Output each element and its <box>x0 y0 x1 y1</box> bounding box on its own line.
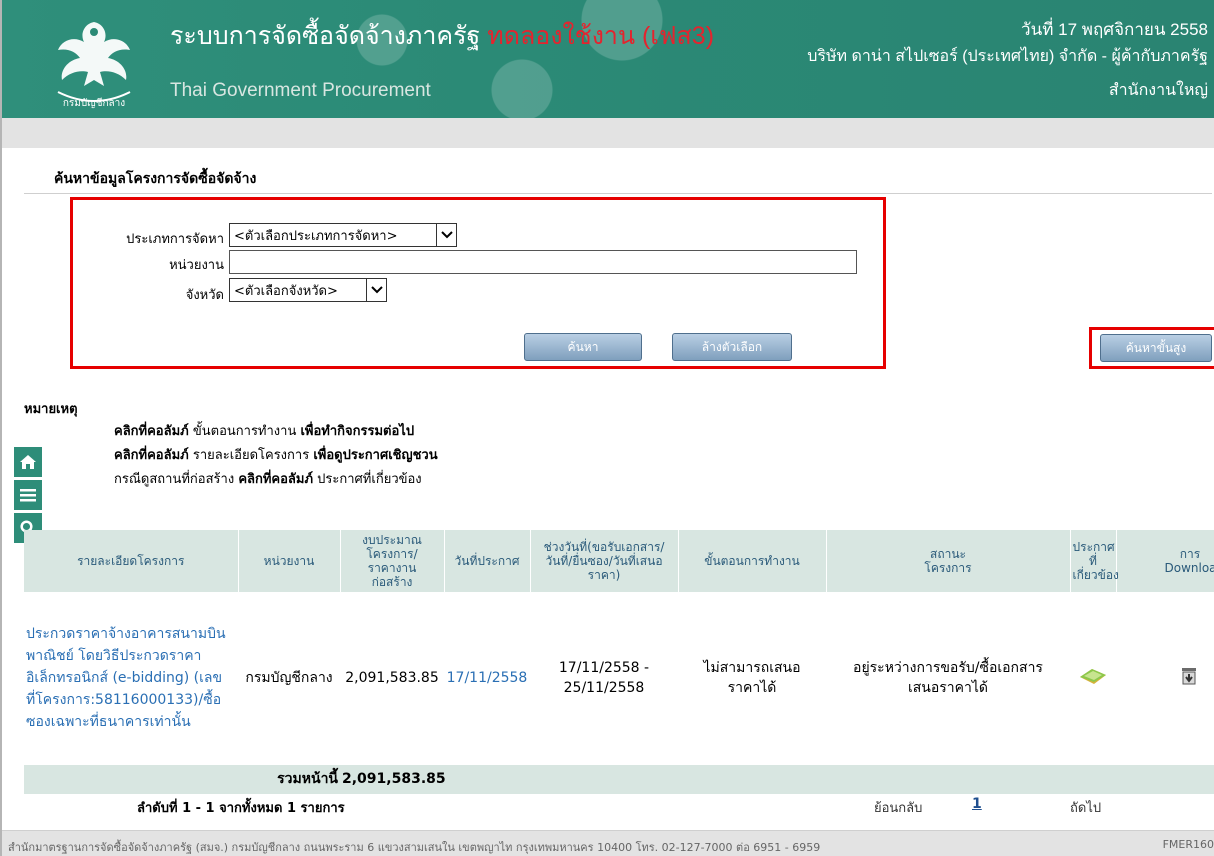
notes-title: หมายเหตุ <box>24 402 78 417</box>
note-line-2: คลิกที่คอลัมภ์ รายละเอียดโครงการ เพื่อดู… <box>114 444 438 465</box>
summary-prefix: ลำดับที่ <box>137 801 178 816</box>
system-title: ระบบการจัดซื้อจัดจ้างภาครัฐ ทดลองใช้งาน … <box>170 16 714 56</box>
method-select[interactable]: <ตัวเลือกประเภทการจัดหา> <box>229 223 457 247</box>
download-button[interactable] <box>1116 592 1214 765</box>
note-1-a: คลิกที่คอลัมภ์ <box>114 424 189 439</box>
unit-label: หน่วยงาน <box>169 258 224 273</box>
note-3-c: ประกาศที่เกี่ยวข้อง <box>317 472 422 487</box>
menu-icon <box>20 489 36 502</box>
section-divider <box>24 193 1212 194</box>
col-period-header[interactable]: ช่วงวันที่(ขอรับเอกสาร/วันที่/ยื่นซอง/วั… <box>530 530 679 592</box>
system-subtitle: Thai Government Procurement <box>170 80 431 101</box>
clear-button[interactable]: ล้างตัวเลือก <box>672 333 792 361</box>
header-company: บริษัท ดาน่า สไปเซอร์ (ประเทศไทย) จำกัด … <box>807 48 1208 65</box>
table-header-row: รายละเอียดโครงการ หน่วยงาน งบประมาณโครงก… <box>24 530 1214 592</box>
col-download-header[interactable]: การ Download <box>1116 530 1214 592</box>
announce-date-link[interactable]: 17/11/2558 <box>444 592 530 765</box>
download-icon <box>1182 667 1196 685</box>
logo-text: กรมบัญชีกลาง <box>63 97 125 109</box>
method-label: ประเภทการจัดหา <box>126 232 224 247</box>
page-number-link[interactable]: 1 <box>972 796 982 812</box>
header-divider-band <box>2 118 1214 148</box>
col-date-header[interactable]: วันที่ประกาศ <box>444 530 531 592</box>
province-select-value: <ตัวเลือกจังหวัด> <box>234 283 338 299</box>
menu-button[interactable] <box>14 480 42 510</box>
home-icon <box>20 455 36 469</box>
summary-range: 1 - 1 <box>182 801 215 816</box>
note-2-c: เพื่อดูประกาศเชิญชวน <box>313 448 438 463</box>
page-next-link[interactable]: ถัดไป <box>1070 797 1101 818</box>
result-summary: ลำดับที่ 1 - 1 จากทั้งหมด 1 รายการ <box>137 797 345 818</box>
unit-input[interactable] <box>229 250 857 274</box>
project-detail-link[interactable]: ประกวดราคาจ้างอาคารสนามบินพาณิชย์ โดยวิธ… <box>24 592 238 765</box>
document-stack-icon <box>1080 668 1106 684</box>
province-select[interactable]: <ตัวเลือกจังหวัด> <box>229 278 387 302</box>
search-button[interactable]: ค้นหา <box>524 333 642 361</box>
total-value: 2,091,583.85 <box>340 764 446 794</box>
header-date: วันที่ 17 พฤศจิกายน 2558 <box>1021 20 1208 39</box>
page-frame: กรมบัญชีกลาง ระบบการจัดซื้อจัดจ้างภาครัฐ… <box>0 0 1214 856</box>
work-step-link[interactable]: ไม่สามารถเสนอราคาได้ <box>678 592 826 765</box>
summary-total: 1 <box>286 801 297 816</box>
summary-middle: จากทั้งหมด <box>219 801 283 816</box>
col-unit-header[interactable]: หน่วยงาน <box>238 530 341 592</box>
note-1-c: เพื่อทำกิจกรรมต่อไป <box>300 424 415 439</box>
system-title-text: ระบบการจัดซื้อจัดจ้างภาครัฐ <box>170 22 481 50</box>
header-banner: กรมบัญชีกลาง ระบบการจัดซื้อจัดจ้างภาครัฐ… <box>2 0 1214 118</box>
search-section-title: ค้นหาข้อมูลโครงการจัดซื้อจัดจ้าง <box>54 171 257 187</box>
project-budget: 2,091,583.85 <box>340 592 444 765</box>
col-step-header[interactable]: ขั้นตอนการทำงาน <box>678 530 827 592</box>
col-status-header[interactable]: สถานะโครงการ <box>826 530 1071 592</box>
total-row: รวมหน้านี้ 2,091,583.85 <box>24 764 1214 794</box>
footer-bar: สำนักมาตรฐานการจัดซื้อจัดจ้างภาครัฐ (สมจ… <box>2 830 1214 856</box>
project-unit: กรมบัญชีกลาง <box>238 592 340 765</box>
chevron-down-icon <box>436 224 456 246</box>
method-select-value: <ตัวเลือกประเภทการจัดหา> <box>234 228 398 244</box>
page-back-link[interactable]: ย้อนกลับ <box>874 797 922 818</box>
results-table: รายละเอียดโครงการ หน่วยงาน งบประมาณโครงก… <box>24 530 1214 794</box>
note-2-a: คลิกที่คอลัมภ์ <box>114 448 189 463</box>
table-row: ประกวดราคาจ้างอาคารสนามบินพาณิชย์ โดยวิธ… <box>24 592 1214 765</box>
home-button[interactable] <box>14 447 42 477</box>
related-announcement-button[interactable] <box>1070 592 1116 765</box>
department-logo: กรมบัญชีกลาง <box>57 22 131 109</box>
header-branch: สำนักงานใหญ่ <box>1108 82 1208 99</box>
province-label: จังหวัด <box>185 288 224 303</box>
trial-label: ทดลองใช้งาน (เฟส3) <box>487 22 715 50</box>
chevron-down-icon <box>366 279 386 301</box>
project-period: 17/11/2558 - 25/11/2558 <box>530 592 678 765</box>
project-status: อยู่ระหว่างการขอรับ/ซื้อเอกสารเสนอราคาได… <box>826 592 1070 765</box>
col-budget-header[interactable]: งบประมาณโครงการ/ราคางานก่อสร้าง <box>340 530 445 592</box>
footer-page-code: FMER160 <box>1162 838 1214 851</box>
note-3-b: คลิกที่คอลัมภ์ <box>238 472 314 487</box>
note-3-a: กรณีดูสถานที่ก่อสร้าง <box>114 472 235 487</box>
note-2-b: รายละเอียดโครงการ <box>192 448 310 463</box>
note-1-b: ขั้นตอนการทำงาน <box>192 424 297 439</box>
total-label: รวมหน้านี้ <box>238 764 340 794</box>
col-related-header[interactable]: ประกาศที่เกี่ยวข้อง <box>1070 530 1119 592</box>
summary-suffix: รายการ <box>300 801 345 816</box>
footer-text: สำนักมาตรฐานการจัดซื้อจัดจ้างภาครัฐ (สมจ… <box>8 841 821 854</box>
note-line-3: กรณีดูสถานที่ก่อสร้าง คลิกที่คอลัมภ์ ประ… <box>114 468 422 489</box>
advanced-search-button[interactable]: ค้นหาขั้นสูง <box>1100 334 1212 362</box>
note-line-1: คลิกที่คอลัมภ์ ขั้นตอนการทำงาน เพื่อทำกิ… <box>114 420 414 441</box>
col-detail-header[interactable]: รายละเอียดโครงการ <box>24 530 239 592</box>
